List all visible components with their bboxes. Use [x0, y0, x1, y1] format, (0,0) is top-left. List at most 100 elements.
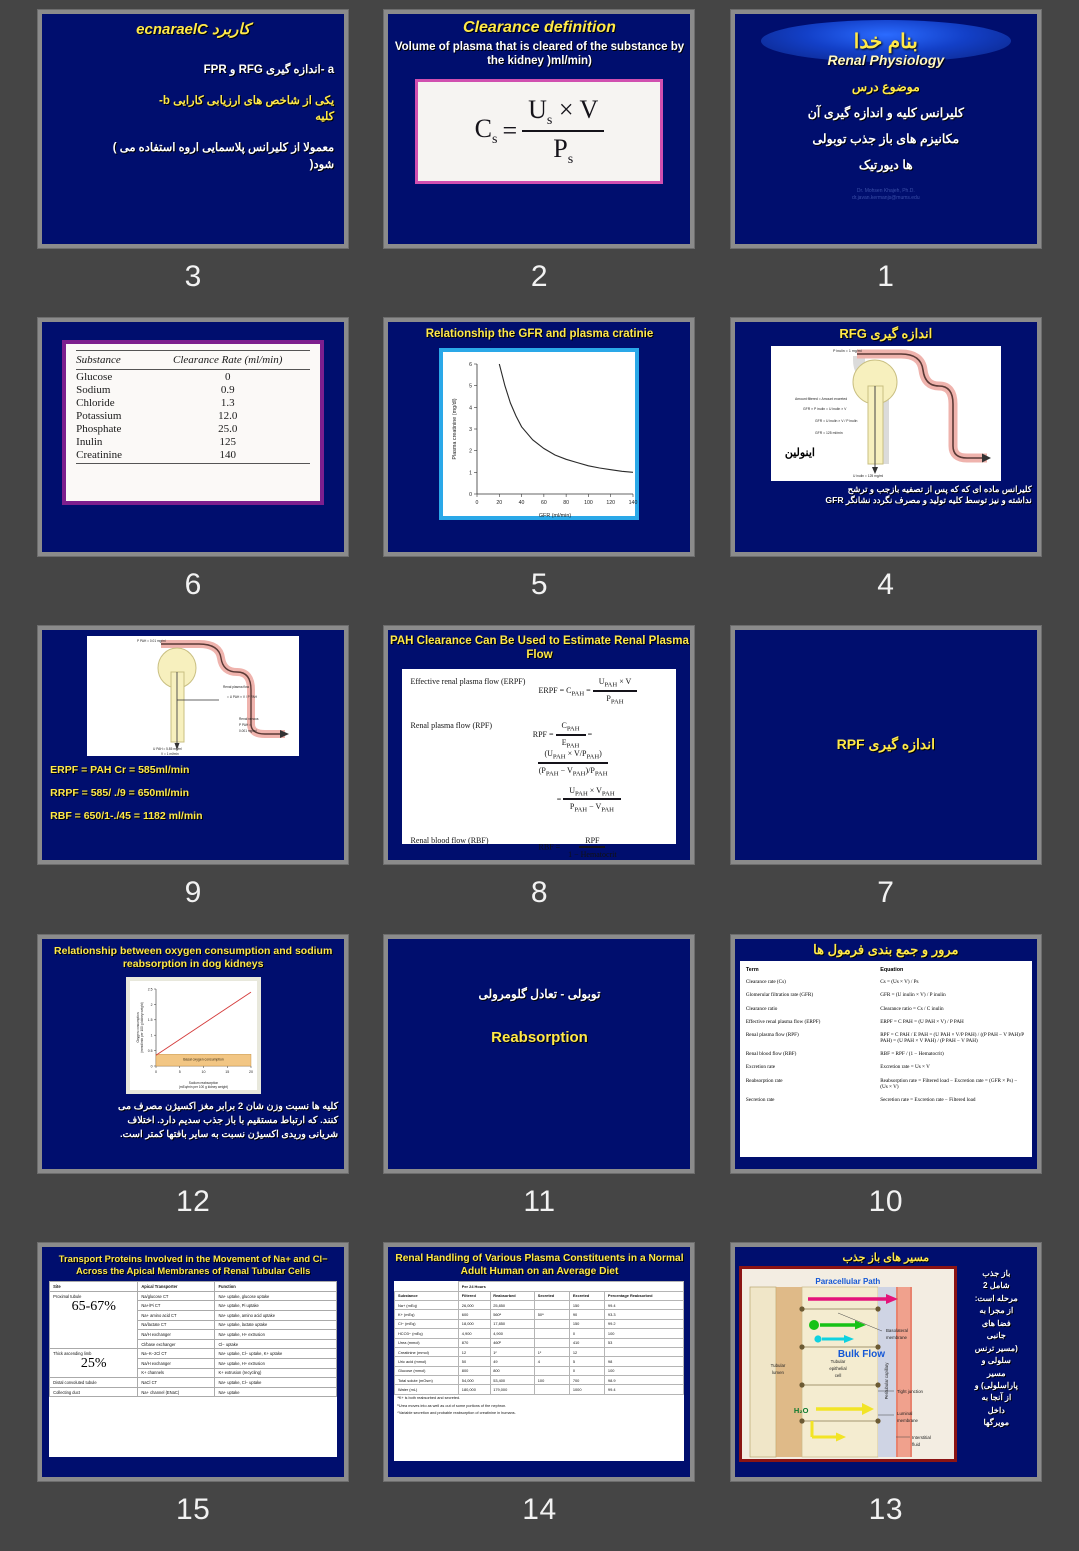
cell-rate: 0 [224, 370, 231, 383]
cell-transporter: Na/lactate CT [137, 1319, 216, 1331]
slide-8[interactable]: PAH Clearance Can Be Used to Estimate Re… [388, 630, 691, 861]
svg-text:V = 1 ml/min: V = 1 ml/min [161, 752, 179, 756]
slide-frame[interactable]: مسیر های باز جذب Tubular lumen Tubular e… [730, 1242, 1041, 1481]
table-cell [534, 1300, 571, 1311]
slide-9[interactable]: P PAH = 0.01 mg/ml Renal plasma flow = U… [42, 630, 345, 861]
cell-substance: Phosphate [76, 422, 122, 435]
svg-text:5: 5 [470, 384, 473, 390]
cell-term: Renal plasma flow (RPF) [745, 1031, 799, 1038]
slide-cell-12[interactable]: Relationship between oxygen consumption … [20, 934, 366, 1243]
svg-text:0.5: 0.5 [147, 1049, 152, 1053]
svg-text:Basal oxygen consumption: Basal oxygen consumption [183, 1057, 224, 1061]
slide-5[interactable]: Relationship the GFR and plasma cratinie… [388, 322, 691, 553]
slide-frame[interactable]: اندازه گیری RPF [730, 626, 1041, 865]
slide-frame[interactable]: بنام خدا Renal Physiology موضوع درس کلیر… [730, 10, 1041, 248]
slide-number-15: 15 [175, 1492, 211, 1526]
slide-cell-5[interactable]: Relationship the GFR and plasma cratinie… [366, 318, 712, 626]
table-cell: 1000 [569, 1384, 606, 1395]
clearance-rate-table: Substance Clearance Rate (ml/min) Glucos… [76, 350, 311, 464]
table-cell: Urea (mmol) [394, 1337, 460, 1348]
slide-frame[interactable]: Transport Proteins Involved in the Movem… [38, 1242, 349, 1481]
erpf-line: ERPF = PAH Cr = 585ml/min [50, 764, 190, 777]
col-header: Excreted [569, 1290, 606, 1302]
slide-frame[interactable]: توبولی - تعادل گلومرولی Reabsorption [384, 934, 695, 1173]
table-footnote: ᵃK+ is both reabsorbed and secreted. [397, 1396, 461, 1401]
slide-frame[interactable]: اندازه گیری GFR P inulin = 1 mg/ml Amoun… [730, 318, 1041, 557]
slide-cell-15[interactable]: Transport Proteins Involved in the Movem… [20, 1242, 366, 1551]
slide-cell-2[interactable]: Clearance definition Volume of plasma th… [366, 10, 712, 318]
table-cell: Water (mL) [394, 1384, 460, 1395]
slide-frame[interactable]: Clearance definition Volume of plasma th… [384, 10, 695, 248]
cell-rate: 0.9 [220, 383, 235, 396]
table-cell: 49 [489, 1356, 536, 1367]
slide-15[interactable]: Transport Proteins Involved in the Movem… [42, 1246, 345, 1477]
slide-cell-11[interactable]: توبولی - تعادل گلومرولی Reabsorption 11 [366, 934, 712, 1243]
slide-1[interactable]: بنام خدا Renal Physiology موضوع درس کلیر… [734, 14, 1037, 244]
slide-cell-7[interactable]: اندازه گیری RPF 7 [713, 626, 1059, 934]
table-cell: 700 [569, 1375, 606, 1386]
col-clearance-rate: Clearance Rate (ml/min) [145, 350, 311, 371]
slide-4-caption: کلیرانس ماده ای که که پس از تصفیه بازجب … [825, 484, 1032, 506]
slide-frame[interactable]: P PAH = 0.01 mg/ml Renal plasma flow = U… [38, 626, 349, 865]
slide-6[interactable]: Substance Clearance Rate (ml/min) Glucos… [42, 322, 345, 553]
table-row: HCO3− (mEq) 4,900 4,900 0 100 [394, 1328, 685, 1339]
slide-cell-10[interactable]: مرور و جمع بندی فرمول ها Term Equation C… [713, 934, 1059, 1243]
slide-frame[interactable]: مرور و جمع بندی فرمول ها Term Equation C… [730, 934, 1041, 1173]
svg-text:10: 10 [201, 1070, 205, 1074]
slide-cell-1[interactable]: بنام خدا Renal Physiology موضوع درس کلیر… [713, 10, 1059, 318]
slide-cell-3[interactable]: کاربرد Clearance a -اندازه گیری GFR و RP… [20, 10, 366, 318]
slide-2[interactable]: Clearance definition Volume of plasma th… [388, 14, 691, 244]
gfr-creatinine-svg: 0 20 40 60 80 100 120 140 0 1 2 3 4 5 6 GFR (ml/min) P… [452, 362, 637, 519]
slide-frame[interactable]: Renal Handling of Various Plasma Constit… [384, 1242, 695, 1481]
cell-equation: GFR = (U inulin × V) / P inulin [880, 992, 946, 999]
slide-frame[interactable]: Substance Clearance Rate (ml/min) Glucos… [38, 318, 349, 557]
slide-cell-14[interactable]: Renal Handling of Various Plasma Constit… [366, 1242, 712, 1551]
slide-10[interactable]: مرور و جمع بندی فرمول ها Term Equation C… [734, 938, 1037, 1169]
cell-rate: 1.3 [220, 396, 235, 409]
slide-frame[interactable]: PAH Clearance Can Be Used to Estimate Re… [384, 626, 695, 865]
slide-7[interactable]: اندازه گیری RPF [734, 630, 1037, 861]
table-cell: 100 [604, 1365, 685, 1377]
topic-line-1: کلیرانس کلیه و اندازه گیری آن [807, 106, 964, 120]
slide-4[interactable]: اندازه گیری GFR P inulin = 1 mg/ml Amoun… [734, 322, 1037, 553]
slide-frame[interactable]: Relationship the GFR and plasma cratinie… [384, 318, 695, 557]
slide-12[interactable]: Relationship between oxygen consumption … [42, 938, 345, 1169]
svg-text:Renal plasma flow: Renal plasma flow [223, 685, 250, 689]
cell-transporter: Na−K−2Cl CT [137, 1348, 216, 1359]
col-equation: Equation [880, 966, 904, 973]
subject-heading: موضوع درس [851, 80, 920, 94]
bismillah-text: بنام خدا [853, 30, 918, 53]
slide-number-3: 3 [184, 260, 202, 293]
slide-3[interactable]: کاربرد Clearance a -اندازه گیری GFR و RP… [42, 14, 345, 244]
slide-13[interactable]: مسیر های باز جذب Tubular lumen Tubular e… [734, 1246, 1037, 1477]
cell-function: Na+ uptake [214, 1386, 338, 1398]
slide-frame[interactable]: Relationship between oxygen consumption … [38, 934, 349, 1173]
slide-number-5: 5 [530, 568, 549, 602]
slide-11[interactable]: توبولی - تعادل گلومرولی Reabsorption [388, 938, 691, 1169]
svg-text:GFR × P inulin = U inulin × V: GFR × P inulin = U inulin × V [803, 407, 847, 411]
table-cell: 25,850 [489, 1300, 536, 1311]
slide-cell-6[interactable]: Substance Clearance Rate (ml/min) Glucos… [20, 318, 366, 626]
slide-12-title: Relationship between oxygen consumption … [54, 944, 333, 970]
table-cell: 53 [604, 1337, 685, 1348]
table-cell: Creatinine (mmol) [394, 1346, 460, 1358]
table-cell [534, 1328, 571, 1339]
slide-frame[interactable]: کاربرد Clearance a -اندازه گیری GFR و RP… [38, 10, 349, 248]
pah-nephron-diagram: P PAH = 0.01 mg/ml Renal plasma flow = U… [87, 636, 300, 757]
formula-row-rpf: Renal plasma flow (RPF) RPF = CPAH EPAH =… [410, 721, 668, 814]
slide-14[interactable]: Renal Handling of Various Plasma Constit… [388, 1246, 691, 1477]
table-cell: K+ (mEq) [394, 1309, 460, 1320]
svg-text:U inulin = 125 mg/ml: U inulin = 125 mg/ml [853, 474, 883, 478]
slide-cell-13[interactable]: مسیر های باز جذب Tubular lumen Tubular e… [713, 1242, 1059, 1551]
cell-term: Clearance ratio [745, 1005, 778, 1012]
slide-cell-9[interactable]: P PAH = 0.01 mg/ml Renal plasma flow = U… [20, 626, 366, 934]
table-cell: 12 [458, 1346, 491, 1358]
cell-site: Proximal tubule 65-67% [49, 1290, 139, 1350]
slide-cell-8[interactable]: PAH Clearance Can Be Used to Estimate Re… [366, 626, 712, 934]
slide-number-2: 2 [530, 260, 549, 293]
slide-cell-4[interactable]: اندازه گیری GFR P inulin = 1 mg/ml Amoun… [713, 318, 1059, 626]
formula-row-rbf: Renal blood flow (RBF) RBF = RPF 1 − Hema… [410, 836, 668, 859]
slide-2-title: Clearance definition [463, 19, 616, 36]
cell-function: Na+ uptake, amino acid uptake [214, 1310, 338, 1321]
svg-text:GFR (ml/min): GFR (ml/min) [539, 513, 572, 519]
